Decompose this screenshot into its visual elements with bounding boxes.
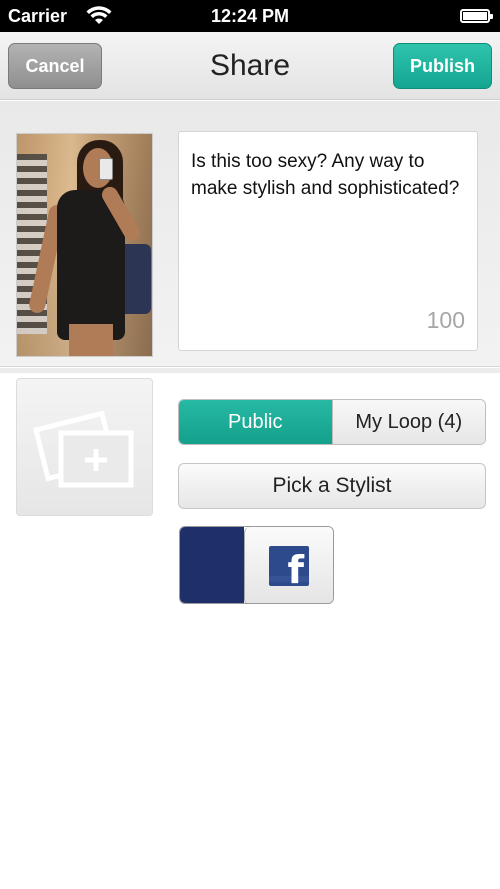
- caption-textarea[interactable]: Is this too sexy? Any way to make stylis…: [178, 131, 478, 351]
- caption-text: Is this too sexy? Any way to make stylis…: [191, 151, 460, 199]
- clock: 12:24 PM: [210, 6, 290, 26]
- toggle-knob: f: [244, 527, 333, 603]
- add-photo-icon: [32, 410, 134, 488]
- facebook-share-toggle[interactable]: f: [179, 526, 334, 604]
- facebook-icon: f: [269, 546, 309, 586]
- publish-button[interactable]: Publish: [393, 43, 492, 89]
- add-photo-button[interactable]: [16, 378, 153, 516]
- compose-section: Is this too sexy? Any way to make stylis…: [0, 101, 500, 367]
- segment-public[interactable]: Public: [179, 400, 332, 444]
- toggle-track: [180, 527, 244, 603]
- share-options-section: Public My Loop (4) Pick a Stylist f: [0, 368, 500, 889]
- battery-icon: [460, 9, 493, 23]
- audience-segmented-control: Public My Loop (4): [178, 399, 486, 445]
- navigation-bar: Cancel Share Publish: [0, 32, 500, 100]
- segment-my-loop[interactable]: My Loop (4): [331, 400, 485, 444]
- post-photo-thumbnail[interactable]: [16, 133, 153, 357]
- pick-stylist-button[interactable]: Pick a Stylist: [178, 463, 486, 509]
- status-bar: Carrier 12:24 PM: [0, 0, 500, 32]
- character-count: 100: [426, 307, 465, 333]
